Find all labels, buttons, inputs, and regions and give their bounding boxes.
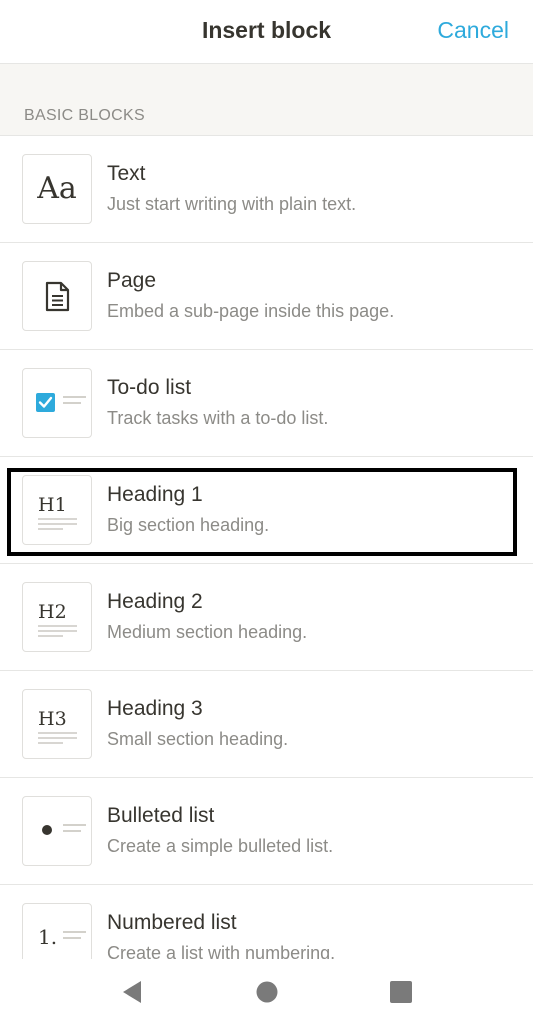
block-item-heading-1[interactable]: H1 Heading 1 Big section heading. [0,457,533,564]
block-description: Embed a sub-page inside this page. [107,301,395,321]
block-description: Small section heading. [107,729,289,749]
block-item-heading-2[interactable]: H2 Heading 2 Medium section heading. [0,564,533,671]
block-description: Create a list with numbering. [107,943,336,959]
home-circle-icon[interactable] [252,977,282,1007]
heading-2-icon: H2 [22,582,92,652]
section-header: BASIC BLOCKS [0,64,533,136]
block-title: Page [107,269,157,292]
text-aa-icon: Aa [22,154,92,224]
block-list[interactable]: Aa Text Just start writing with plain te… [0,136,533,959]
block-description: Just start writing with plain text. [107,194,357,214]
checkbox-icon [22,368,92,438]
block-description: Create a simple bulleted list. [107,836,334,856]
block-item-numbered-list[interactable]: 1. Numbered list Create a list with numb… [0,885,533,959]
back-triangle-icon[interactable] [118,977,148,1007]
block-title: Bulleted list [107,804,215,827]
heading-1-icon: H1 [22,475,92,545]
block-title: Heading 3 [107,697,203,720]
block-item-text[interactable]: Aa Text Just start writing with plain te… [0,136,533,243]
section-label: BASIC BLOCKS [24,107,145,124]
cancel-button[interactable]: Cancel [437,17,509,44]
svg-text:Aa: Aa [36,171,77,206]
block-item-heading-3[interactable]: H3 Heading 3 Small section heading. [0,671,533,778]
svg-text:H3: H3 [38,708,67,730]
block-item-bulleted-list[interactable]: Bulleted list Create a simple bulleted l… [0,778,533,885]
heading-3-icon: H3 [22,689,92,759]
block-description: Big section heading. [107,515,270,535]
android-nav-bar [0,959,533,1024]
block-title: Heading 2 [107,590,203,613]
block-item-todo-list[interactable]: To-do list Track tasks with a to-do list… [0,350,533,457]
svg-text:H2: H2 [38,601,67,623]
bullet-list-icon [22,796,92,866]
page-document-icon [22,261,92,331]
block-description: Track tasks with a to-do list. [107,408,329,428]
block-title: Numbered list [107,911,237,934]
block-title: To-do list [107,376,192,399]
block-description: Medium section heading. [107,622,308,642]
block-title: Heading 1 [107,483,203,506]
recents-square-icon[interactable] [386,977,416,1007]
svg-text:1.: 1. [38,925,57,949]
svg-text:H1: H1 [38,494,67,516]
block-item-page[interactable]: Page Embed a sub-page inside this page. [0,243,533,350]
header-bar: Insert block Cancel [0,0,533,64]
block-title: Text [107,162,146,185]
numbered-list-icon: 1. [22,903,92,959]
